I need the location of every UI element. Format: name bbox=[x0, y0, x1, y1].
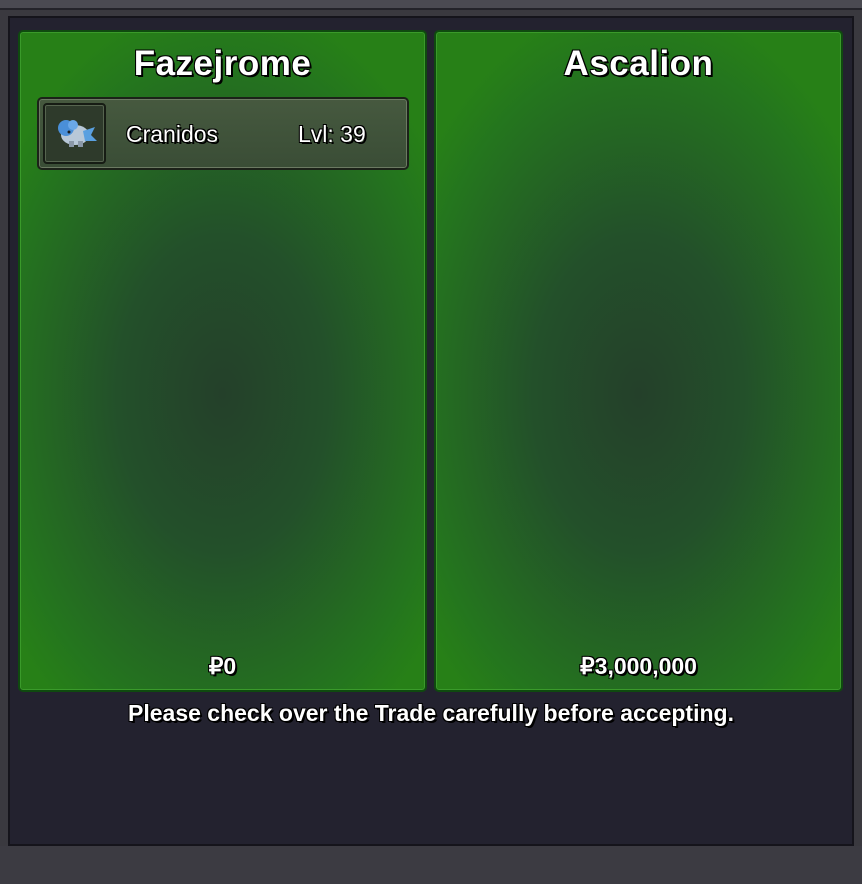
item-icon-frame bbox=[43, 103, 106, 164]
money-amount: 3,000,000 bbox=[594, 653, 697, 679]
cranidos-sprite-icon bbox=[58, 120, 97, 147]
trade-offer-panel-left: Fazejrome Cranidos Lvl: 39 ₽0 bbox=[18, 30, 427, 692]
currency-symbol: ₽ bbox=[580, 653, 595, 679]
item-level: Lvl: 39 bbox=[298, 121, 366, 147]
trade-offer-panel-right: Ascalion ₽3,000,000 bbox=[434, 30, 843, 692]
money-offer-right: ₽3,000,000 bbox=[436, 653, 841, 680]
currency-symbol: ₽ bbox=[208, 653, 224, 679]
window-bottom-border bbox=[0, 846, 862, 884]
player-name-left: Fazejrome bbox=[133, 44, 312, 83]
money-amount: 0 bbox=[223, 653, 237, 679]
item-name: Cranidos bbox=[126, 121, 219, 147]
money-offer-left: ₽0 bbox=[20, 653, 425, 680]
player-name-right: Ascalion bbox=[563, 44, 714, 83]
trade-notice-text: Please check over the Trade carefully be… bbox=[128, 700, 734, 726]
trade-item-slot[interactable]: Cranidos Lvl: 39 bbox=[37, 97, 409, 170]
pokeball-logo-icon bbox=[55, 0, 135, 14]
